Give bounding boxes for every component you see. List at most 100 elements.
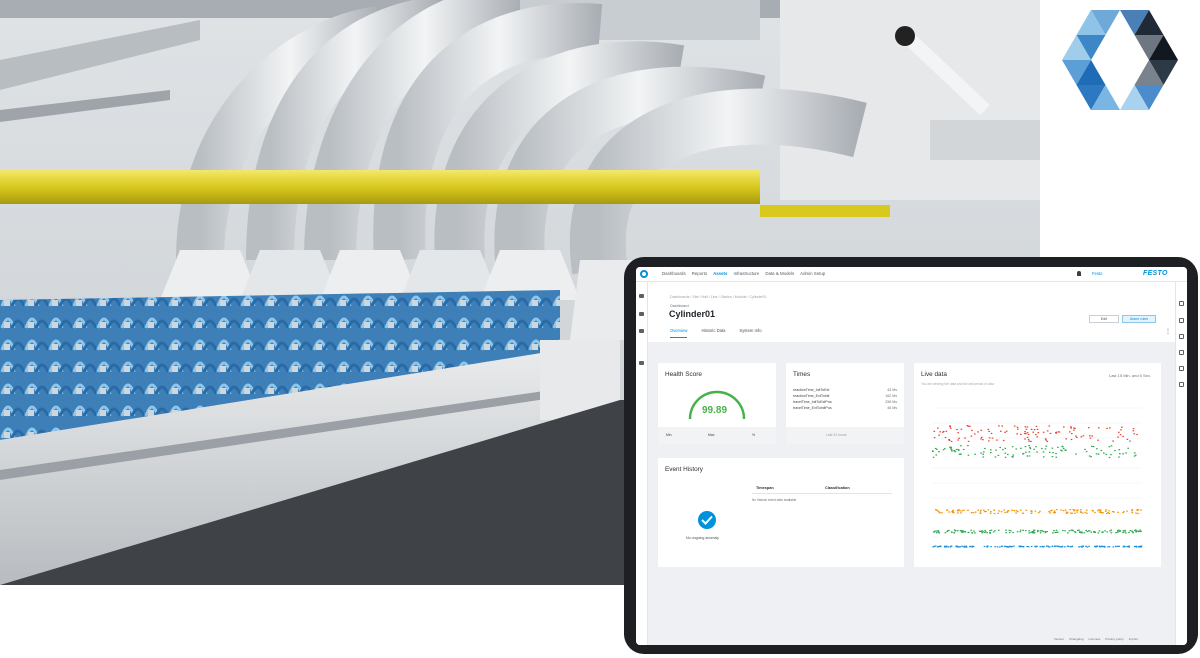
edit-button[interactable]: Edit [1089, 315, 1119, 323]
data-point [1012, 454, 1015, 456]
history-icon[interactable] [1179, 334, 1184, 339]
footer-changelog[interactable]: Changelog [1069, 637, 1084, 641]
data-point [1084, 448, 1086, 450]
data-point [1088, 545, 1090, 547]
data-point [939, 431, 941, 433]
data-point [1035, 425, 1038, 427]
data-point [960, 445, 962, 447]
data-point [982, 439, 984, 441]
data-point [1020, 447, 1022, 449]
data-point [1019, 529, 1022, 531]
data-point [1105, 453, 1108, 456]
assets-icon[interactable] [639, 329, 644, 333]
data-point [952, 512, 955, 514]
data-point [1048, 425, 1051, 427]
data-point [1114, 545, 1117, 547]
data-point [1089, 437, 1092, 439]
data-point [948, 511, 951, 513]
data-point [1135, 531, 1137, 533]
data-point [1051, 509, 1053, 511]
nav-admin-setup[interactable]: Admin Setup [800, 271, 825, 276]
data-point [992, 531, 995, 533]
health-score-card: Health Score 99.89 Min Max % [658, 363, 776, 444]
data-point [965, 545, 968, 547]
data-point [1039, 510, 1041, 512]
data-point [1133, 545, 1136, 548]
data-point [1026, 432, 1029, 434]
data-point [1061, 545, 1064, 547]
filter-icon[interactable] [1179, 366, 1184, 371]
settings-icon[interactable] [1179, 382, 1184, 387]
breadcrumb[interactable]: Dashboards / Site / Hall / Line / Statio… [670, 295, 767, 299]
data-point [1004, 452, 1007, 454]
data-point [1025, 428, 1028, 430]
data-point [988, 440, 990, 442]
data-point [974, 532, 976, 534]
panel-icon[interactable] [1179, 318, 1184, 323]
notification-bell-icon[interactable] [1077, 271, 1081, 276]
tab-system-info[interactable]: System Info [739, 328, 761, 338]
stat-unit: % [752, 433, 756, 437]
times-footer-text: Last 24 hours [826, 433, 847, 437]
tab-overview[interactable]: Overview [670, 328, 688, 338]
data-point [1065, 512, 1068, 515]
data-point [1011, 446, 1014, 448]
home-icon[interactable] [639, 312, 644, 316]
user-menu[interactable]: Festo [1092, 271, 1102, 276]
data-point [1116, 545, 1119, 547]
col-classification[interactable]: Classification [825, 486, 850, 490]
data-point [941, 512, 943, 514]
data-point [971, 429, 973, 432]
nav-data-models[interactable]: Data & Models [765, 271, 794, 276]
data-point [1069, 546, 1072, 548]
data-point [989, 531, 991, 534]
data-point [1088, 530, 1090, 532]
data-point [1001, 425, 1003, 427]
data-point [1039, 532, 1042, 534]
footer-imprint[interactable]: Imprint [1129, 637, 1138, 641]
nav-assets[interactable]: Assets [713, 271, 727, 276]
data-point [964, 531, 967, 533]
share-icon[interactable] [1179, 301, 1184, 306]
nav-reports[interactable]: Reports [692, 271, 707, 276]
warning-icon[interactable] [1179, 350, 1184, 355]
data-point [1066, 511, 1069, 513]
nav-dashboards[interactable]: Dashboards [662, 271, 686, 276]
data-point [1042, 546, 1044, 548]
data-point [1128, 531, 1130, 533]
data-point [1097, 532, 1100, 534]
data-point [933, 531, 936, 533]
messages-icon[interactable] [639, 361, 644, 365]
data-point [982, 509, 985, 511]
data-point [1108, 546, 1111, 548]
data-point [1013, 425, 1016, 427]
data-point [1100, 449, 1103, 452]
alarm-rules-button[interactable]: Alarm rules [1122, 315, 1156, 323]
more-options-icon[interactable]: ⋮ [1165, 328, 1171, 335]
data-point [1078, 529, 1080, 531]
data-point [1035, 434, 1037, 436]
tab-historic-data[interactable]: Historic Data [701, 328, 725, 338]
nav-infrastructure[interactable]: Infrastructure [733, 271, 759, 276]
data-point [1125, 452, 1127, 454]
data-point [1022, 512, 1024, 514]
footer-licenses[interactable]: Licenses [1089, 637, 1101, 641]
app-logo-icon[interactable] [640, 270, 648, 278]
data-point [1069, 509, 1071, 511]
times-row-value: 256 Ms [885, 400, 897, 404]
data-point [1085, 450, 1088, 453]
footer-privacy[interactable]: Privacy policy [1105, 637, 1123, 641]
data-point [1108, 512, 1111, 514]
data-point [972, 512, 975, 514]
collapse-icon[interactable] [639, 294, 644, 298]
data-point [1030, 428, 1033, 430]
data-point [1102, 546, 1104, 548]
data-point [1045, 439, 1047, 441]
data-point [967, 454, 970, 456]
data-point [1108, 446, 1111, 448]
data-point [977, 509, 980, 511]
data-point [937, 530, 940, 532]
col-timespan[interactable]: Timespan [756, 486, 774, 490]
footer-version[interactable]: Version [1054, 637, 1064, 641]
data-point [980, 438, 982, 440]
